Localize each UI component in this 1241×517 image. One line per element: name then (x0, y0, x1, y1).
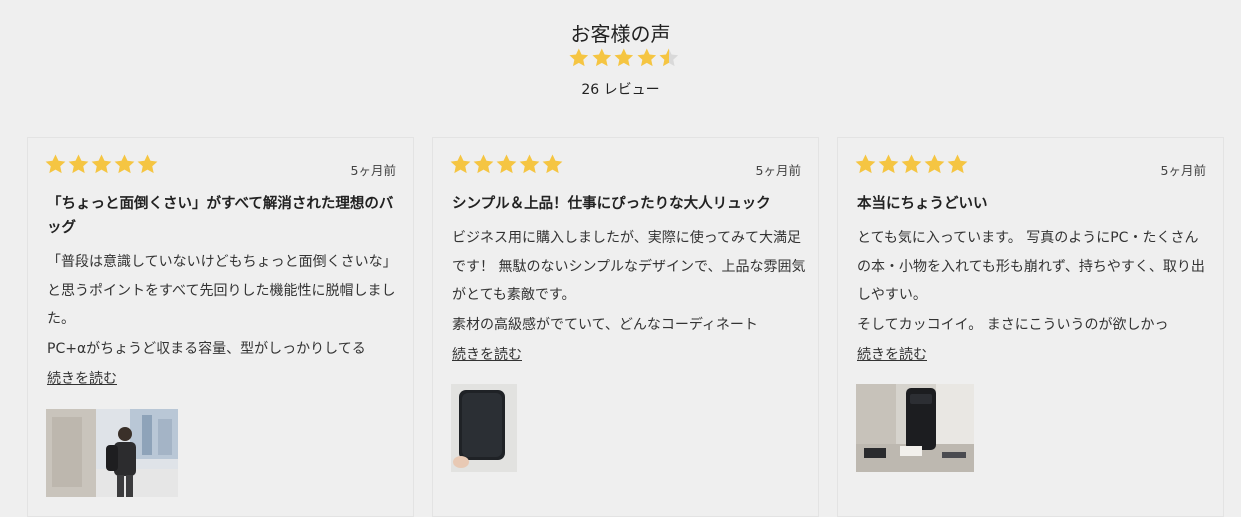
review-title: 本当にちょうどいい (857, 196, 988, 212)
star-icon (68, 154, 89, 174)
review-title: シンプル＆上品！仕事にぴったりな大人リュック (452, 196, 771, 212)
review-card: 5ヶ月前 シンプル＆上品！仕事にぴったりな大人リュック ビジネス用に購入しました… (432, 137, 819, 517)
person-with-backpack-photo (46, 409, 178, 497)
review-body: PC+αがちょうど収まる容量、型がしっかりしてる (47, 341, 366, 357)
review-body: 「普段は意識していないけどもちょっと面倒くさいな」と思うポイントをすべて先回りし… (47, 254, 397, 327)
read-more-link[interactable]: 続きを読む (452, 344, 522, 364)
read-more-link[interactable]: 続きを読む (857, 344, 927, 364)
section-title: お客様の声 (570, 22, 671, 46)
star-icon (592, 48, 611, 67)
star-icon (542, 154, 563, 174)
review-rating-stars (44, 153, 159, 176)
review-date: 5ヶ月前 (350, 163, 396, 178)
review-count: 26 レビュー (581, 82, 660, 98)
review-body: とても気に入っています。 写真のようにPC・たくさんの本・小物を入れても形も崩れ… (857, 230, 1205, 303)
star-icon (450, 154, 471, 174)
backpack-on-desk-photo (856, 384, 974, 472)
review-photo[interactable] (46, 409, 178, 497)
star-icon (496, 154, 517, 174)
review-body: 素材の高級感がでていて、どんなコーディネート (452, 317, 758, 333)
star-icon (901, 154, 922, 174)
star-icon (947, 154, 968, 174)
review-card: 5ヶ月前 「ちょっと面倒くさい」がすべて解消された理想のバッグ 「普段は意識して… (27, 137, 414, 517)
read-more-link[interactable]: 続きを読む (47, 368, 117, 388)
star-icon (878, 154, 899, 174)
star-icon (137, 154, 158, 174)
review-body: ビジネス用に購入しましたが、実際に使ってみて大満足です！ 無駄のないシンプルなデ… (452, 230, 806, 303)
review-body: そしてカッコイイ。 まさにこういうのが欲しかっ (857, 317, 1169, 333)
star-icon (637, 48, 656, 67)
review-rating-stars (449, 153, 564, 176)
review-date: 5ヶ月前 (755, 163, 801, 178)
star-icon (614, 48, 634, 67)
review-card: 5ヶ月前 本当にちょうどいい とても気に入っています。 写真のようにPC・たくさ… (837, 137, 1224, 517)
review-date: 5ヶ月前 (1160, 163, 1206, 178)
star-icon (519, 154, 540, 174)
star-icon (114, 154, 135, 174)
star-icon (855, 154, 876, 174)
star-icon (45, 154, 66, 174)
star-icon (473, 154, 494, 174)
star-icon (659, 48, 679, 67)
star-icon (569, 48, 589, 67)
star-icon (924, 154, 945, 174)
review-photo[interactable] (856, 384, 974, 472)
star-icon (91, 154, 112, 174)
review-photo[interactable] (451, 384, 517, 472)
black-bag-photo (451, 384, 517, 472)
review-rating-stars (854, 153, 969, 176)
average-rating-stars (568, 47, 680, 73)
review-title: 「ちょっと面倒くさい」がすべて解消された理想のバッグ (47, 196, 394, 236)
